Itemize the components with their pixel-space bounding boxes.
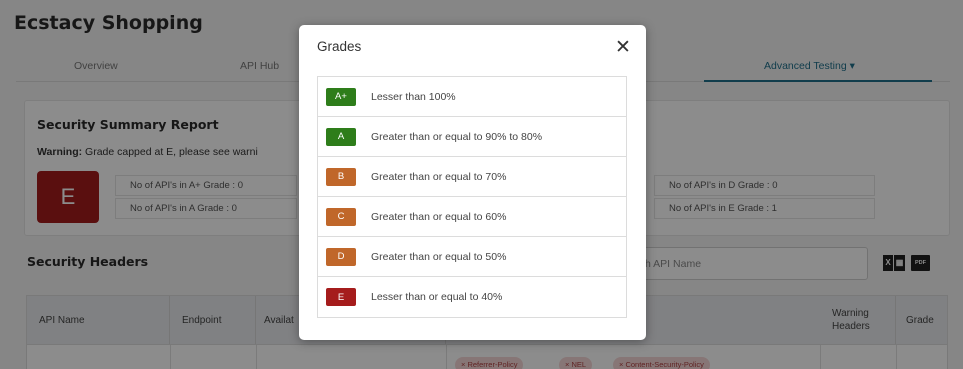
grade-row: D Greater than or equal to 50%: [318, 237, 626, 277]
grade-row: B Greater than or equal to 70%: [318, 157, 626, 197]
grade-badge: B: [326, 167, 356, 186]
grade-badge: C: [326, 207, 356, 226]
grade-description: Lesser than 100%: [371, 90, 456, 103]
close-icon[interactable]: ✕: [614, 37, 632, 57]
grade-row: E Lesser than or equal to 40%: [318, 277, 626, 317]
grade-list: A+ Lesser than 100% A Greater than or eq…: [317, 76, 627, 318]
grade-row: C Greater than or equal to 60%: [318, 197, 626, 237]
grade-badge: E: [326, 288, 356, 306]
modal-title: Grades: [317, 39, 362, 54]
grade-description: Lesser than or equal to 40%: [371, 291, 503, 303]
grade-description: Greater than or equal to 70%: [371, 170, 507, 183]
grade-row: A Greater than or equal to 90% to 80%: [318, 117, 626, 157]
grades-modal: Grades ✕ A+ Lesser than 100% A Greater t…: [299, 25, 646, 340]
grade-description: Greater than or equal to 50%: [371, 250, 507, 263]
grade-badge: D: [326, 247, 356, 266]
grade-description: Greater than or equal to 90% to 80%: [371, 130, 543, 143]
grade-badge: A: [326, 127, 356, 146]
grade-row: A+ Lesser than 100%: [318, 77, 626, 117]
grade-badge: A+: [326, 87, 356, 106]
grade-description: Greater than or equal to 60%: [371, 210, 507, 223]
